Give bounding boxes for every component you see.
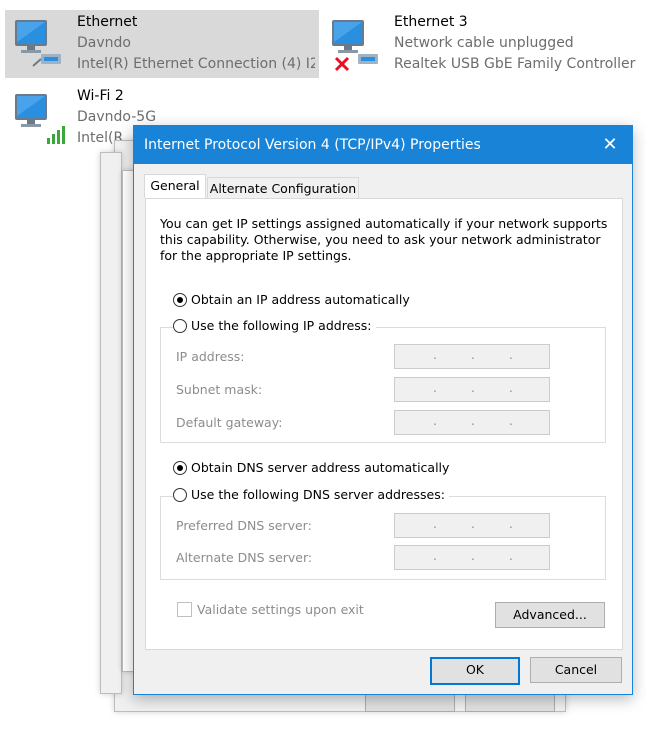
default-gateway-label: Default gateway: [176,415,283,430]
wifi-adapter-icon [11,88,67,148]
validate-settings-option[interactable]: Validate settings upon exit [177,602,364,617]
general-tab-panel: You can get IP settings assigned automat… [145,198,623,650]
subnet-mask-label: Subnet mask: [176,382,263,397]
ip-separator-dots: . [471,549,475,563]
ethernet-adapter-icon [11,14,67,74]
ip-address-field[interactable]: . . . [394,344,550,369]
use-static-ip-option[interactable]: Use the following IP address: [173,318,376,333]
use-static-ip-label: Use the following IP address: [191,318,372,333]
default-gateway-field[interactable]: . . . [394,410,550,435]
adapter-name: Wi-Fi 2 [77,88,124,104]
obtain-dns-auto-label: Obtain DNS server address automatically [191,460,450,475]
adapter-name: Ethernet [77,14,138,30]
obtain-ip-auto-radio[interactable] [173,292,187,307]
ip-separator-dots: . [433,549,437,563]
use-static-dns-label: Use the following DNS server addresses: [191,487,445,502]
ethernet-adapter-unplugged-icon [328,14,384,74]
ip-separator-dots: . [433,517,437,531]
adapter-device: Intel(R) Ethernet Connection (4) I2... [77,56,315,72]
ip-separator-dots: . [433,348,437,362]
ip-separator-dots: . [471,414,475,428]
ip-separator-dots: . [509,348,513,362]
obtain-ip-auto-label: Obtain an IP address automatically [191,292,410,307]
ip-separator-dots: . [509,517,513,531]
use-static-ip-radio[interactable] [173,318,187,333]
adapter-status: Davndo [77,35,131,51]
adapter-status: Network cable unplugged [394,35,574,51]
ip-separator-dots: . [509,549,513,563]
adapter-device: Realtek USB GbE Family Controller [394,56,636,72]
adapter-ethernet[interactable]: Ethernet Davndo Intel(R) Ethernet Connec… [5,10,319,78]
dialog-titlebar: Internet Protocol Version 4 (TCP/IPv4) P… [134,126,632,164]
advanced-button[interactable]: Advanced... [495,602,605,628]
alternate-dns-field[interactable]: . . . [394,545,550,570]
validate-settings-checkbox[interactable] [177,602,192,617]
preferred-dns-label: Preferred DNS server: [176,518,312,533]
ip-separator-dots: . [471,348,475,362]
ok-button[interactable]: OK [430,657,520,685]
tab-general[interactable]: General [144,174,206,198]
preferred-dns-field[interactable]: . . . [394,513,550,538]
adapter-name: Ethernet 3 [394,14,468,30]
ip-address-label: IP address: [176,349,245,364]
dialog-title: Internet Protocol Version 4 (TCP/IPv4) P… [144,137,481,153]
obtain-dns-auto-option[interactable]: Obtain DNS server address automatically [173,460,449,475]
ip-separator-dots: . [509,381,513,395]
ip-separator-dots: . [433,414,437,428]
close-icon[interactable]: ✕ [588,126,632,164]
adapter-status: Davndo-5G [77,109,157,125]
ip-separator-dots: . [509,414,513,428]
tab-alternate-configuration[interactable]: Alternate Configuration [207,177,359,199]
cancel-button[interactable]: Cancel [530,657,622,683]
use-static-dns-radio[interactable] [173,487,187,502]
ip-separator-dots: . [433,381,437,395]
ip-separator-dots: . [471,517,475,531]
ipv4-properties-dialog: Internet Protocol Version 4 (TCP/IPv4) P… [133,125,633,695]
use-static-dns-option[interactable]: Use the following DNS server addresses: [173,487,449,502]
intro-text: You can get IP settings assigned automat… [160,216,608,263]
background-adapter-dialog [100,152,122,694]
alternate-dns-label: Alternate DNS server: [176,550,313,565]
subnet-mask-field[interactable]: . . . [394,377,550,402]
ip-separator-dots: . [471,381,475,395]
obtain-dns-auto-radio[interactable] [173,460,187,475]
obtain-ip-auto-option[interactable]: Obtain an IP address automatically [173,292,410,307]
validate-settings-label: Validate settings upon exit [197,602,364,617]
adapter-ethernet-3[interactable]: Ethernet 3 Network cable unplugged Realt… [322,10,640,78]
